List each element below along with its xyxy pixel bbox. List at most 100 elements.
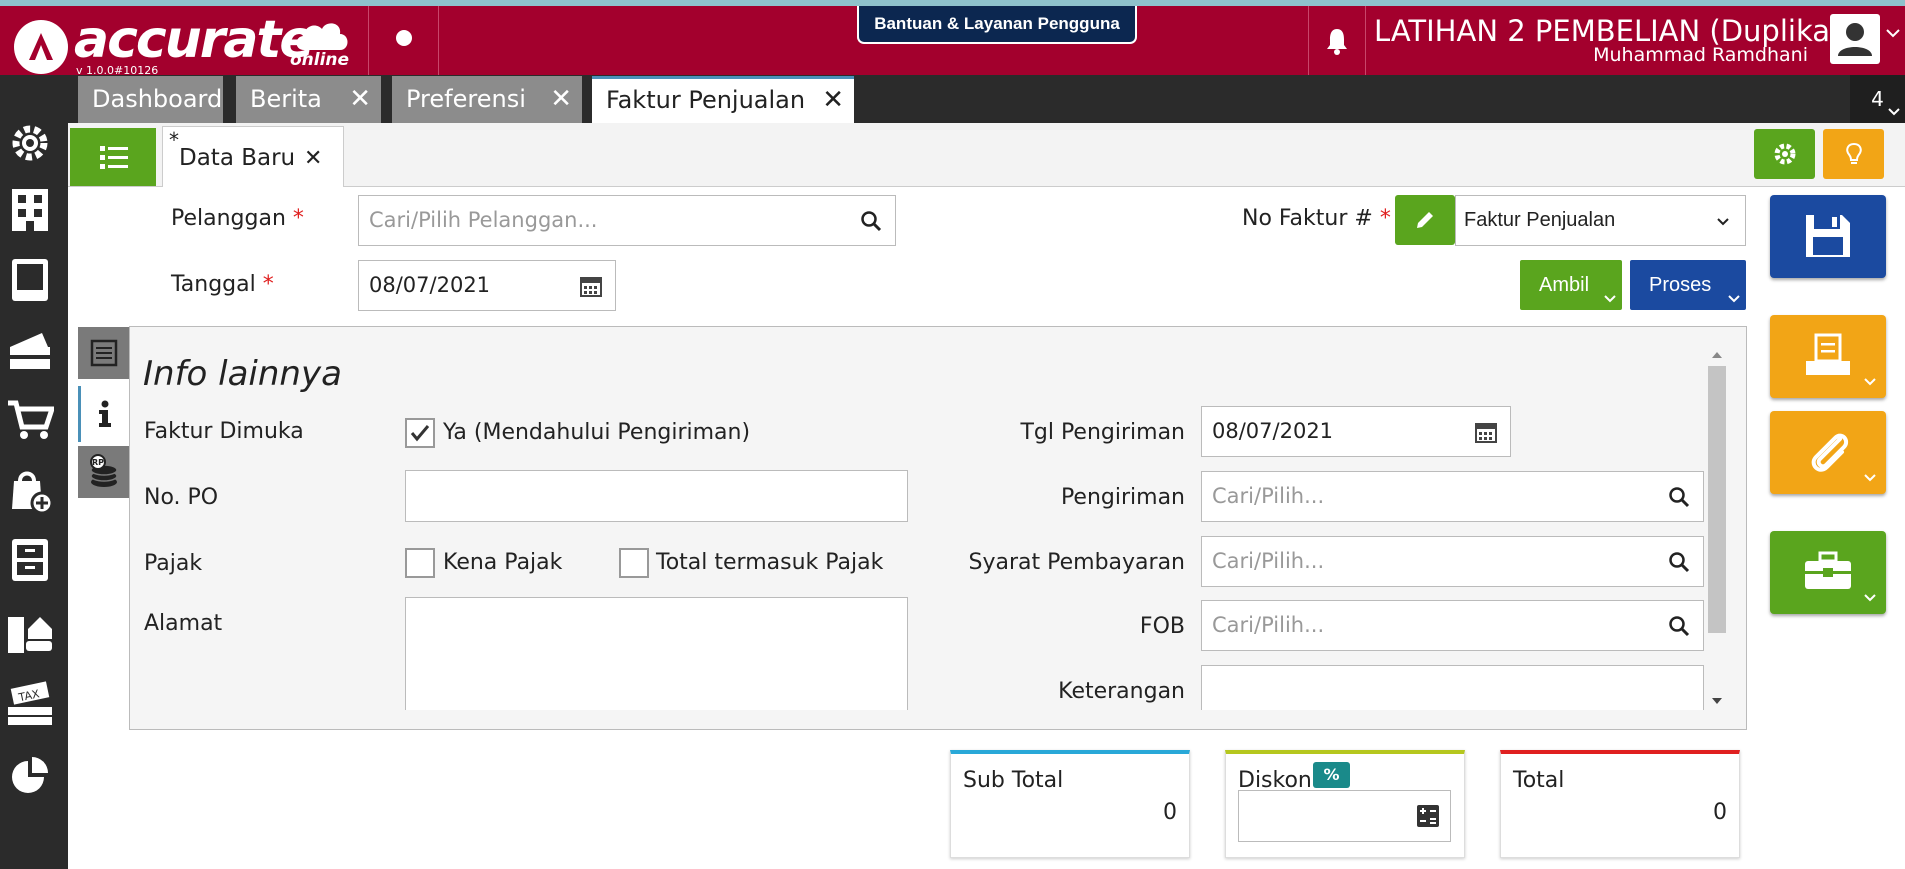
alamat-textarea[interactable] (405, 597, 908, 710)
bell-icon[interactable] (1322, 26, 1352, 56)
reports-pie-chart-icon[interactable] (6, 751, 54, 799)
tab-berita[interactable]: Berita ✕ (236, 76, 381, 123)
header-separator (1308, 6, 1309, 75)
scrollbar-thumb[interactable] (1708, 366, 1726, 633)
tanggal-date-input[interactable]: 08/07/2021 (358, 260, 616, 311)
edit-number-button[interactable] (1395, 195, 1455, 245)
faktur-dimuka-checkbox[interactable] (405, 418, 435, 448)
alamat-label: Alamat (144, 611, 223, 636)
chevron-down-icon (1864, 474, 1876, 482)
ledger-book-icon[interactable] (6, 255, 54, 303)
ambil-button[interactable]: Ambil (1520, 260, 1622, 310)
fob-label: FOB (1139, 614, 1185, 639)
tgl-pengiriman-input[interactable]: 08/07/2021 (1201, 406, 1511, 457)
keterangan-textarea[interactable] (1201, 665, 1704, 710)
panel-tab-payment[interactable]: RP (78, 446, 130, 498)
total-box: Total 0 (1500, 750, 1740, 858)
logo-text: accurate (74, 10, 315, 70)
user-name[interactable]: Muhammad Ramdhani (1593, 44, 1808, 66)
help-support-button[interactable]: Bantuan & Layanan Pengguna (857, 6, 1137, 44)
tab-label: Berita (250, 85, 322, 113)
pelanggan-input[interactable]: Cari/Pilih Pelanggan... (358, 195, 896, 246)
chevron-down-icon[interactable] (1884, 24, 1902, 42)
tgl-pengiriman-value: 08/07/2021 (1212, 419, 1334, 443)
info-icon (99, 400, 111, 427)
sub-total-value: 0 (1163, 800, 1177, 825)
close-icon[interactable]: ✕ (550, 76, 572, 123)
chevron-down-icon (1888, 108, 1900, 116)
syarat-pembayaran-input[interactable]: Cari/Pilih... (1201, 536, 1704, 587)
faktur-dimuka-label: Faktur Dimuka (144, 419, 304, 444)
open-tab-count[interactable]: 4 (1850, 75, 1905, 123)
chevron-down-icon (1864, 594, 1876, 602)
faktur-type-select[interactable]: Faktur Penjualan (1455, 195, 1746, 246)
pelanggan-label: Pelanggan * (171, 206, 304, 231)
save-button[interactable] (1770, 195, 1886, 278)
total-termasuk-pajak-label: Total termasuk Pajak (656, 550, 884, 575)
calendar-icon[interactable] (579, 274, 603, 298)
notification-dot-button[interactable] (396, 30, 412, 46)
proses-label: Proses (1649, 274, 1712, 296)
inventory-cabinet-icon[interactable] (6, 535, 54, 583)
syarat-pembayaran-label: Syarat Pembayaran (968, 550, 1185, 575)
user-avatar-icon[interactable] (1830, 14, 1880, 64)
database-title[interactable]: LATIHAN 2 PEMBELIAN (Duplikat) (1374, 14, 1853, 48)
sub-total-label: Sub Total (963, 768, 1064, 793)
pajak-label: Pajak (144, 551, 203, 576)
logo-badge-icon (14, 20, 68, 74)
pelanggan-placeholder: Cari/Pilih Pelanggan... (369, 208, 598, 232)
sales-cart-icon[interactable] (6, 395, 54, 443)
tips-button[interactable] (1823, 129, 1884, 179)
tab-preferensi[interactable]: Preferensi ✕ (392, 76, 582, 123)
faktur-type-value: Faktur Penjualan (1464, 209, 1616, 231)
chevron-down-icon (1604, 295, 1616, 303)
company-building-icon[interactable] (6, 185, 54, 233)
syarat-placeholder: Cari/Pilih... (1212, 549, 1325, 573)
kena-pajak-checkbox[interactable] (405, 548, 435, 578)
document-lines-icon (90, 339, 118, 367)
accurate-logo[interactable]: accurate online v 1.0.0#10126 (14, 10, 354, 77)
diskon-input[interactable] (1238, 790, 1451, 842)
proses-button[interactable]: Proses (1630, 260, 1746, 310)
panel-tab-info[interactable] (78, 386, 130, 442)
settings-gear-icon[interactable] (6, 119, 54, 167)
close-icon[interactable]: ✕ (304, 146, 322, 171)
tab-faktur-penjualan[interactable]: Faktur Penjualan ✕ (592, 76, 854, 123)
header-separator (368, 6, 369, 75)
close-icon[interactable]: ✕ (349, 76, 371, 123)
modified-marker: * (169, 128, 179, 152)
attachment-button[interactable] (1770, 411, 1886, 494)
close-icon[interactable]: ✕ (822, 79, 844, 122)
sub-total-box: Sub Total 0 (950, 750, 1190, 858)
tab-dashboard[interactable]: Dashboard (78, 76, 223, 123)
percent-toggle-badge[interactable]: % (1313, 762, 1350, 788)
purchase-bag-icon[interactable] (6, 467, 54, 515)
fob-input[interactable]: Cari/Pilih... (1201, 600, 1704, 651)
checkmark-icon (410, 425, 430, 442)
tab-count-value: 4 (1871, 87, 1884, 111)
ambil-label: Ambil (1539, 274, 1590, 296)
chevron-down-icon (1728, 295, 1740, 303)
keterangan-label: Keterangan (1058, 679, 1185, 704)
cash-bank-icon[interactable] (6, 325, 54, 373)
search-icon[interactable] (859, 209, 883, 233)
tax-icon[interactable]: TAX (6, 679, 54, 727)
search-icon[interactable] (1667, 485, 1691, 509)
total-label: Total (1513, 768, 1565, 793)
settings-button[interactable] (1754, 129, 1815, 179)
tab-label: Preferensi (406, 85, 526, 113)
search-icon[interactable] (1667, 550, 1691, 574)
calendar-icon[interactable] (1474, 420, 1498, 444)
search-icon[interactable] (1667, 614, 1691, 638)
no-po-input[interactable] (405, 470, 908, 522)
panel-tab-details[interactable] (78, 327, 130, 379)
left-navigation: TAX (0, 75, 68, 869)
total-termasuk-pajak-checkbox[interactable] (619, 548, 649, 578)
list-view-button[interactable] (70, 128, 156, 186)
tools-button[interactable] (1770, 531, 1886, 614)
calculator-icon[interactable] (1416, 804, 1440, 828)
print-button[interactable] (1770, 315, 1886, 398)
assets-building-car-icon[interactable] (6, 609, 54, 657)
pengiriman-input[interactable]: Cari/Pilih... (1201, 471, 1704, 522)
lightbulb-icon (1845, 142, 1862, 164)
